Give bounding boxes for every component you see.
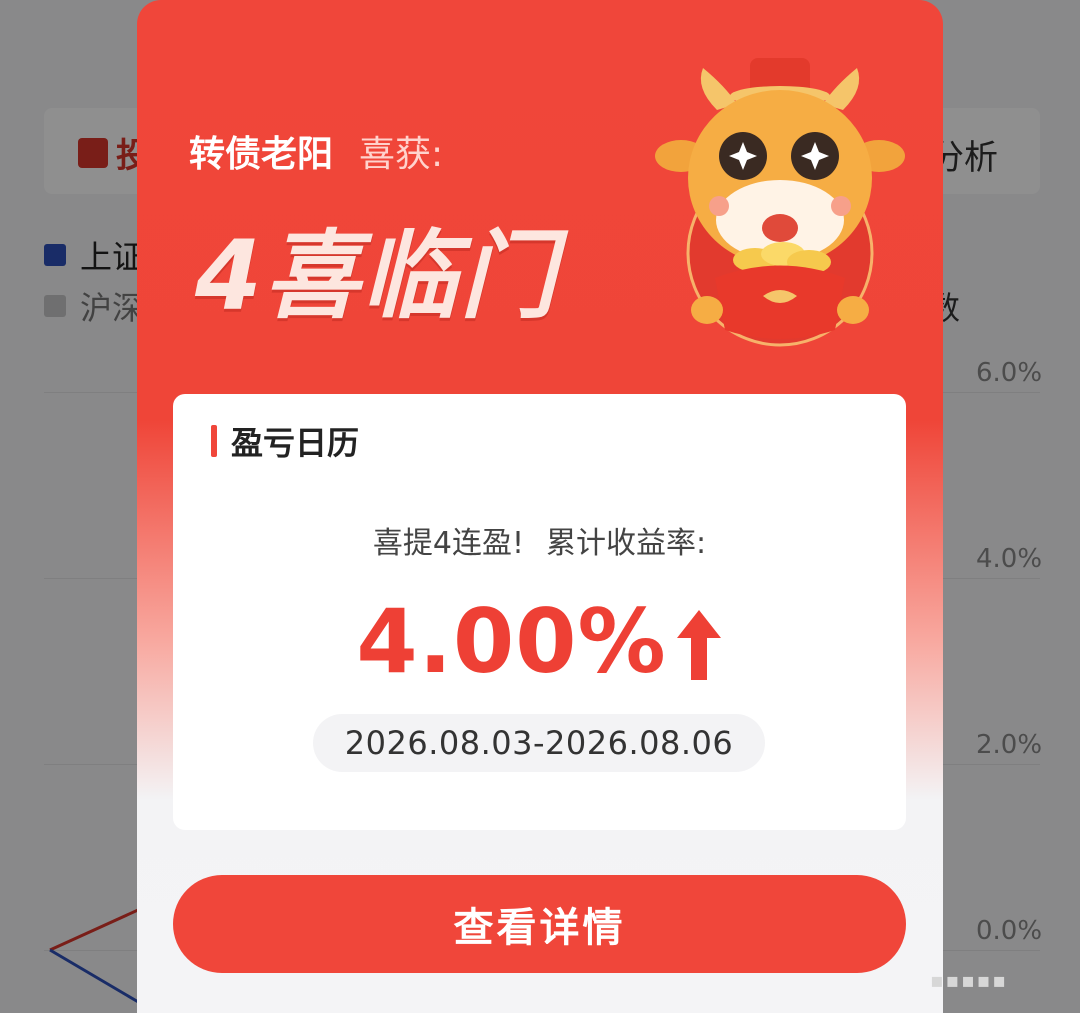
cumulative-return-label: 累计收益率: (546, 526, 707, 561)
calendar-title-bar (211, 425, 217, 457)
cumulative-return: 4.00% (173, 590, 906, 693)
watermark: ▪▪▪▪▪ (930, 968, 1008, 992)
award-label: 喜获: (359, 134, 444, 175)
award-title: 4喜临门 (195, 220, 558, 332)
arrow-up-icon (676, 609, 721, 680)
date-range: 2026.08.03-2026.08.06 (313, 714, 765, 772)
award-header: 转债老阳 喜获: (189, 125, 443, 177)
calendar-title: 盈亏日历 (231, 424, 360, 462)
view-details-button[interactable]: 查看详情 (173, 875, 906, 973)
award-modal: 转债老阳 喜获: 4喜临门 盈亏日历 喜提4连盈! 累计收益率: 4.00% 2… (137, 0, 943, 1013)
calendar-header: 盈亏日历 (211, 418, 359, 464)
streak-text: 喜提4连盈! (372, 526, 524, 561)
cumulative-return-value: 4.00% (356, 590, 667, 693)
ox-mascot-icon (655, 58, 905, 347)
pnl-calendar-card: 盈亏日历 喜提4连盈! 累计收益率: 4.00% 2026.08.03-2026.… (173, 394, 906, 830)
username: 转债老阳 (189, 134, 334, 175)
calendar-summary: 喜提4连盈! 累计收益率: (173, 518, 906, 562)
